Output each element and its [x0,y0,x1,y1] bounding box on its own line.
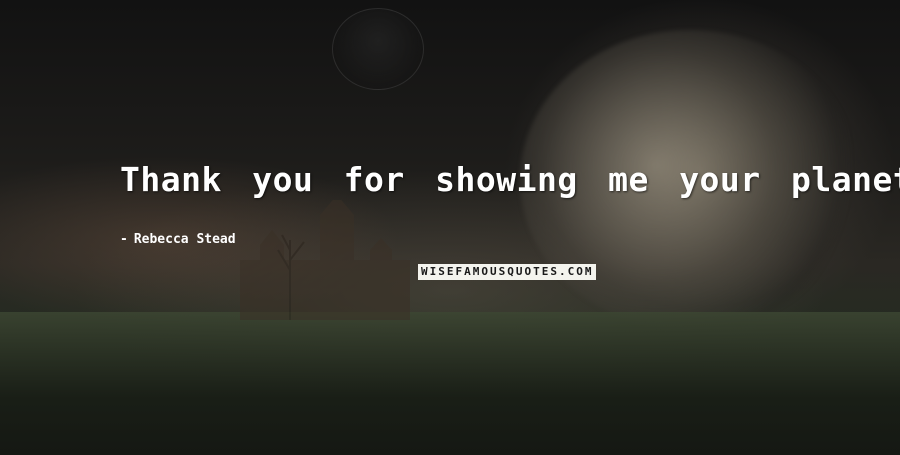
castle-silhouette [240,200,410,320]
quote-author: - Rebecca Stead [120,232,236,247]
quote-card: Thank you for showing me your planet. -R… [0,0,900,455]
quote-text: Thank you for showing me your planet. [120,160,900,199]
author-name: Rebecca Stead [133,232,236,247]
small-moon [332,8,424,90]
watermark-logo: WISEFAMOUSQUOTES.COM [418,264,597,280]
author-dash: - [120,232,128,247]
grass-field [0,312,900,455]
